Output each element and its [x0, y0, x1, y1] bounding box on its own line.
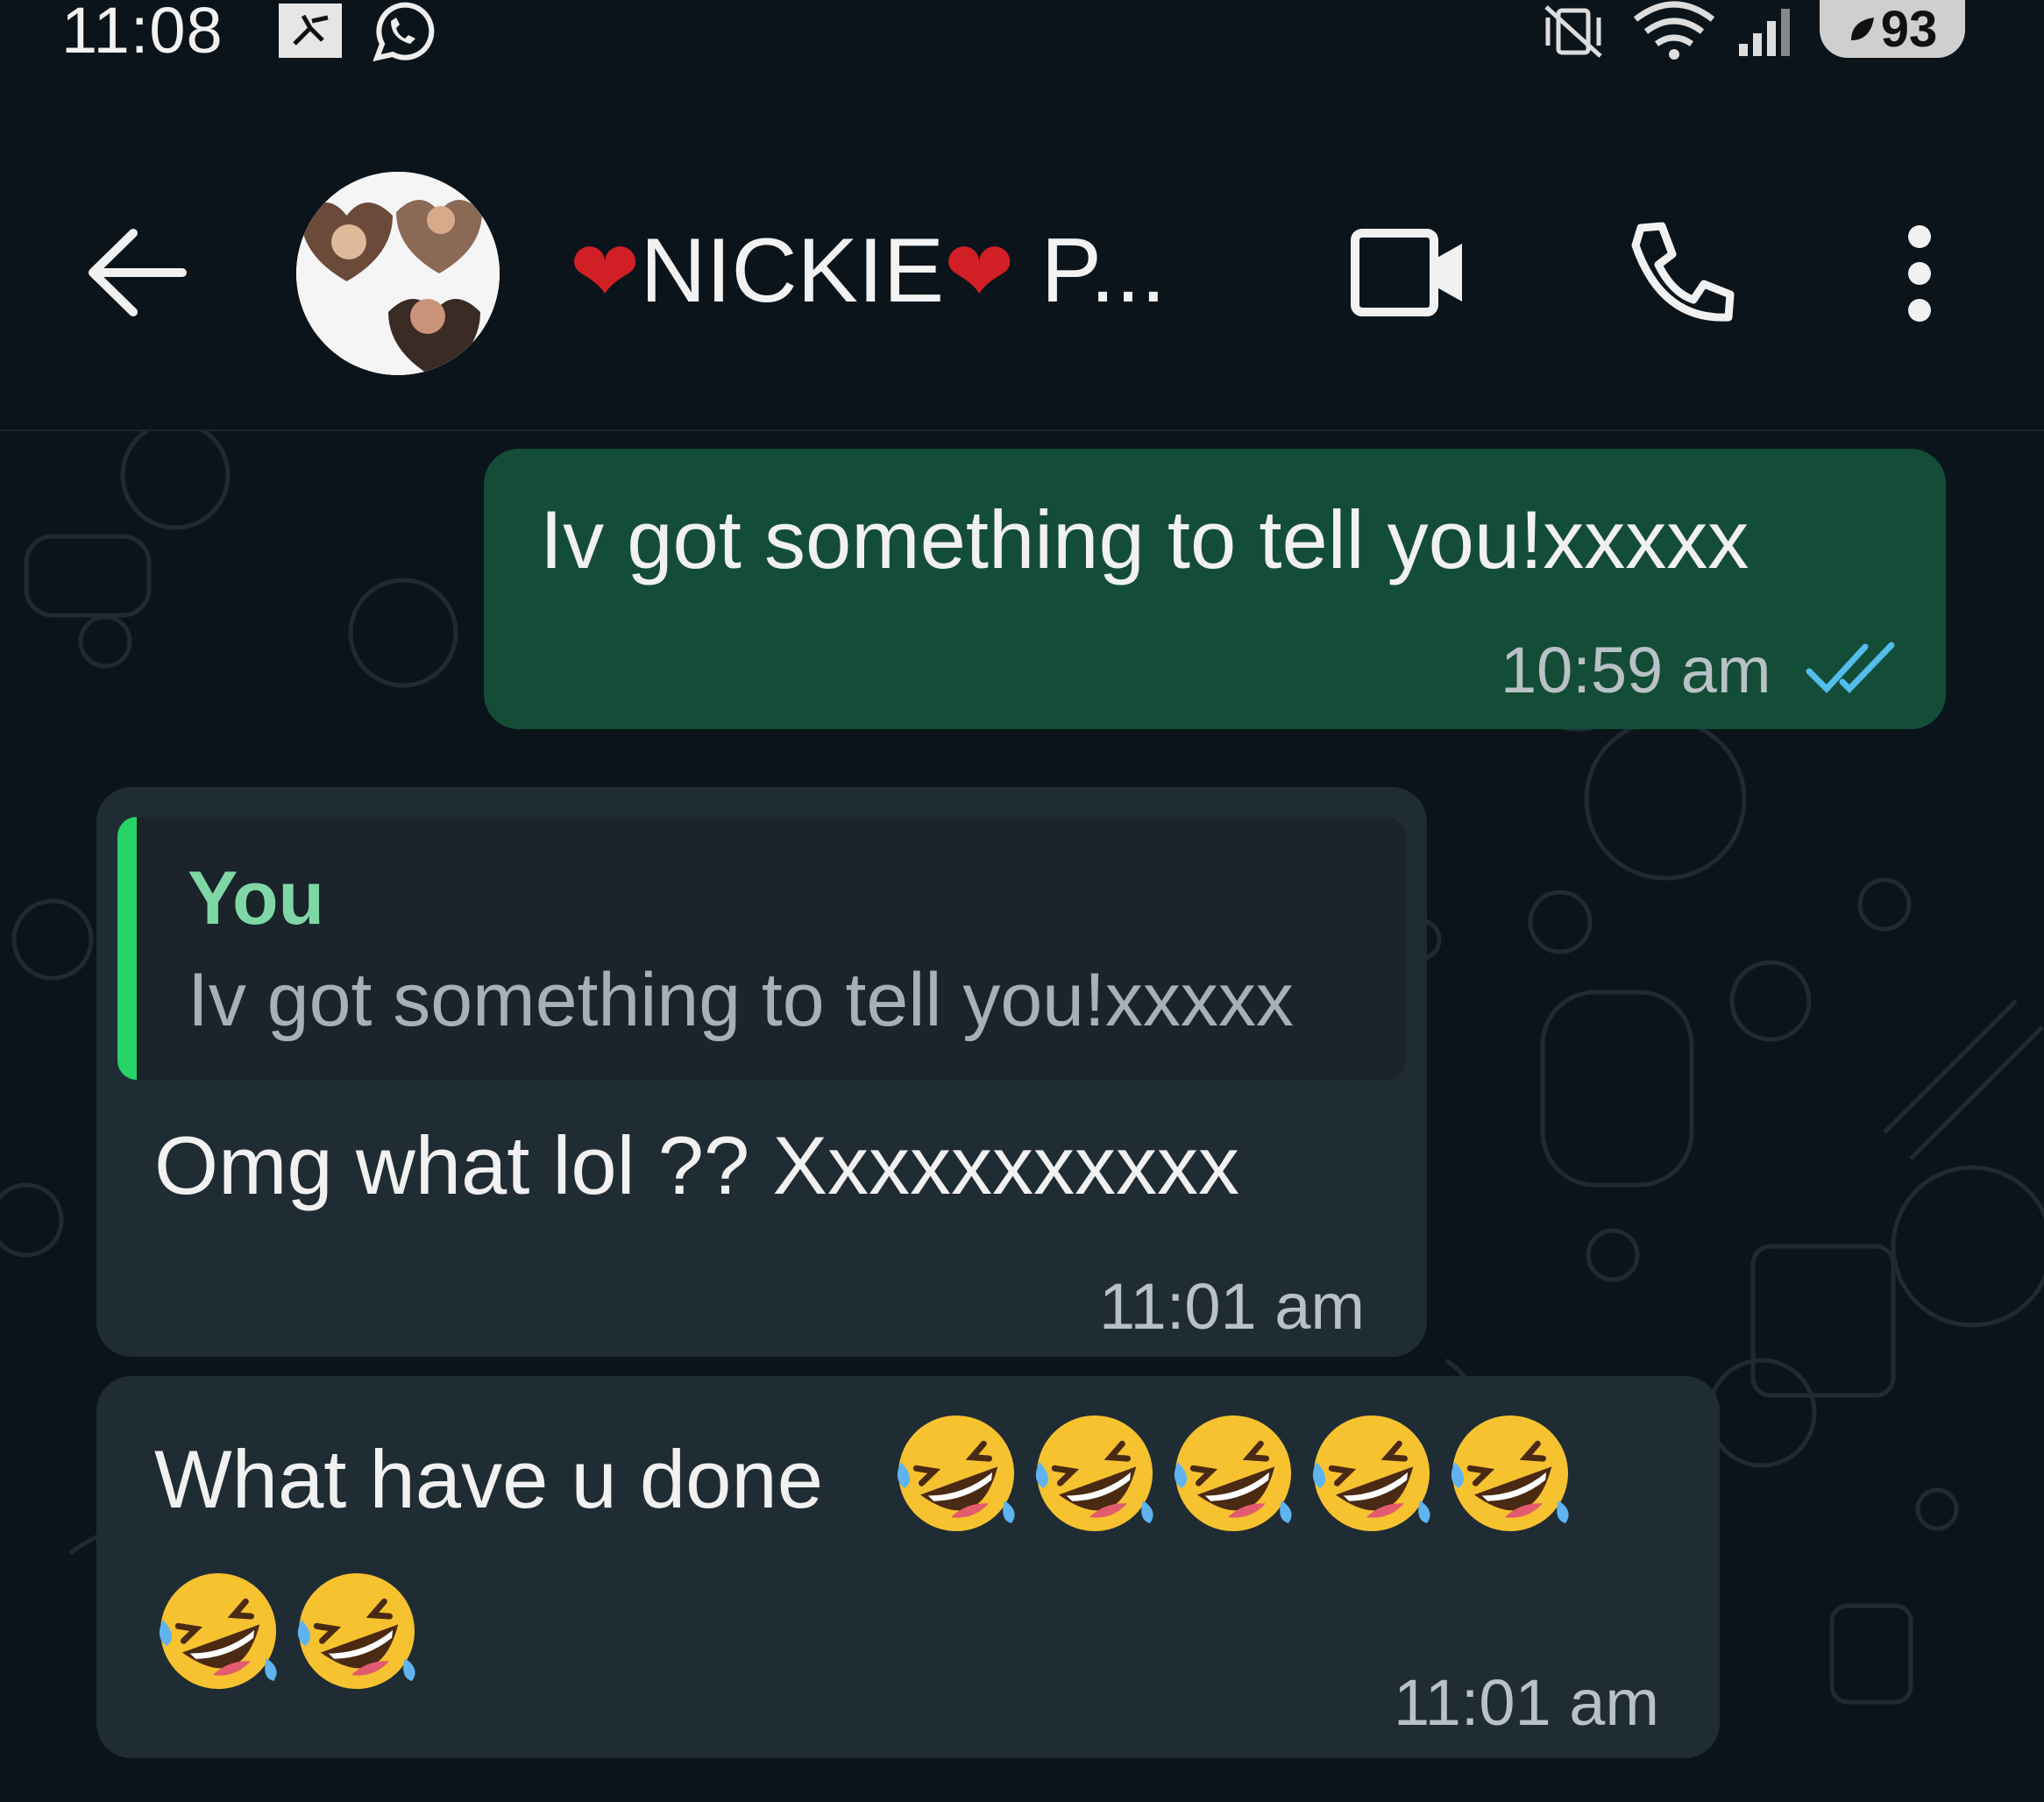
- battery-level: 93: [1880, 0, 1938, 58]
- incoming-reply-message[interactable]: You Iv got something to tell you!xxxxx O…: [96, 787, 1427, 1357]
- quote-bar: [117, 817, 137, 1080]
- emoji-row: [154, 1567, 421, 1695]
- message-text: Iv got something to tell you!xxxxx: [540, 493, 1749, 585]
- message-time: 11:01 am: [1394, 1666, 1660, 1739]
- rolling-on-floor-laughing-emoji: [297, 1573, 415, 1689]
- message-text: What have u done: [154, 1433, 823, 1525]
- voice-call-icon[interactable]: [1627, 219, 1735, 328]
- incoming-message[interactable]: What have u done 11:01 am: [96, 1376, 1720, 1758]
- quote-author: You: [188, 856, 325, 940]
- contact-name[interactable]: ❤ NICKIE ❤ P...: [570, 219, 1166, 323]
- status-time: 11:08: [61, 0, 224, 67]
- heart-emoji: ❤: [570, 224, 641, 319]
- outgoing-message[interactable]: Iv got something to tell you!xxxxx 10:59…: [484, 449, 1946, 729]
- more-options-icon[interactable]: [1904, 224, 1935, 323]
- rolling-on-floor-laughing-emoji: [1174, 1415, 1292, 1531]
- vibrate-mute-icon: [1544, 5, 1602, 58]
- rolling-on-floor-laughing-emoji: [1312, 1415, 1430, 1531]
- battery-indicator: 93: [1820, 0, 1965, 58]
- rolling-on-floor-laughing-emoji: [897, 1415, 1015, 1531]
- quote-text: Iv got something to tell you!xxxxx: [188, 958, 1294, 1042]
- contact-name-part1: NICKIE: [640, 220, 945, 322]
- quoted-message[interactable]: You Iv got something to tell you!xxxxx: [117, 817, 1406, 1080]
- battery-saver-icon: [1850, 18, 1874, 40]
- message-time: 11:01 am: [1099, 1270, 1366, 1343]
- activity-app-icon: [279, 4, 342, 58]
- rolling-on-floor-laughing-emoji: [159, 1573, 277, 1689]
- back-arrow-icon[interactable]: [84, 224, 189, 321]
- rolling-on-floor-laughing-emoji: [1035, 1415, 1153, 1531]
- video-call-icon[interactable]: [1350, 224, 1469, 321]
- emoji-row: [892, 1409, 1574, 1537]
- signal-icon: [1739, 9, 1790, 56]
- message-text: Omg what lol ?? Xxxxxxxxxxx: [154, 1119, 1240, 1211]
- wifi-icon: [1633, 1, 1715, 60]
- rolling-on-floor-laughing-emoji: [1451, 1415, 1569, 1531]
- message-time: 10:59 am: [1501, 634, 1771, 706]
- status-bar: 11:08 93: [0, 0, 2044, 79]
- heart-emoji: ❤: [944, 224, 1015, 319]
- contact-name-part2: P...: [1040, 220, 1167, 322]
- whatsapp-icon: [373, 2, 435, 62]
- contact-avatar[interactable]: [296, 172, 500, 375]
- read-receipt-icon: [1806, 642, 1895, 694]
- avatar-photo-collage: [296, 172, 500, 375]
